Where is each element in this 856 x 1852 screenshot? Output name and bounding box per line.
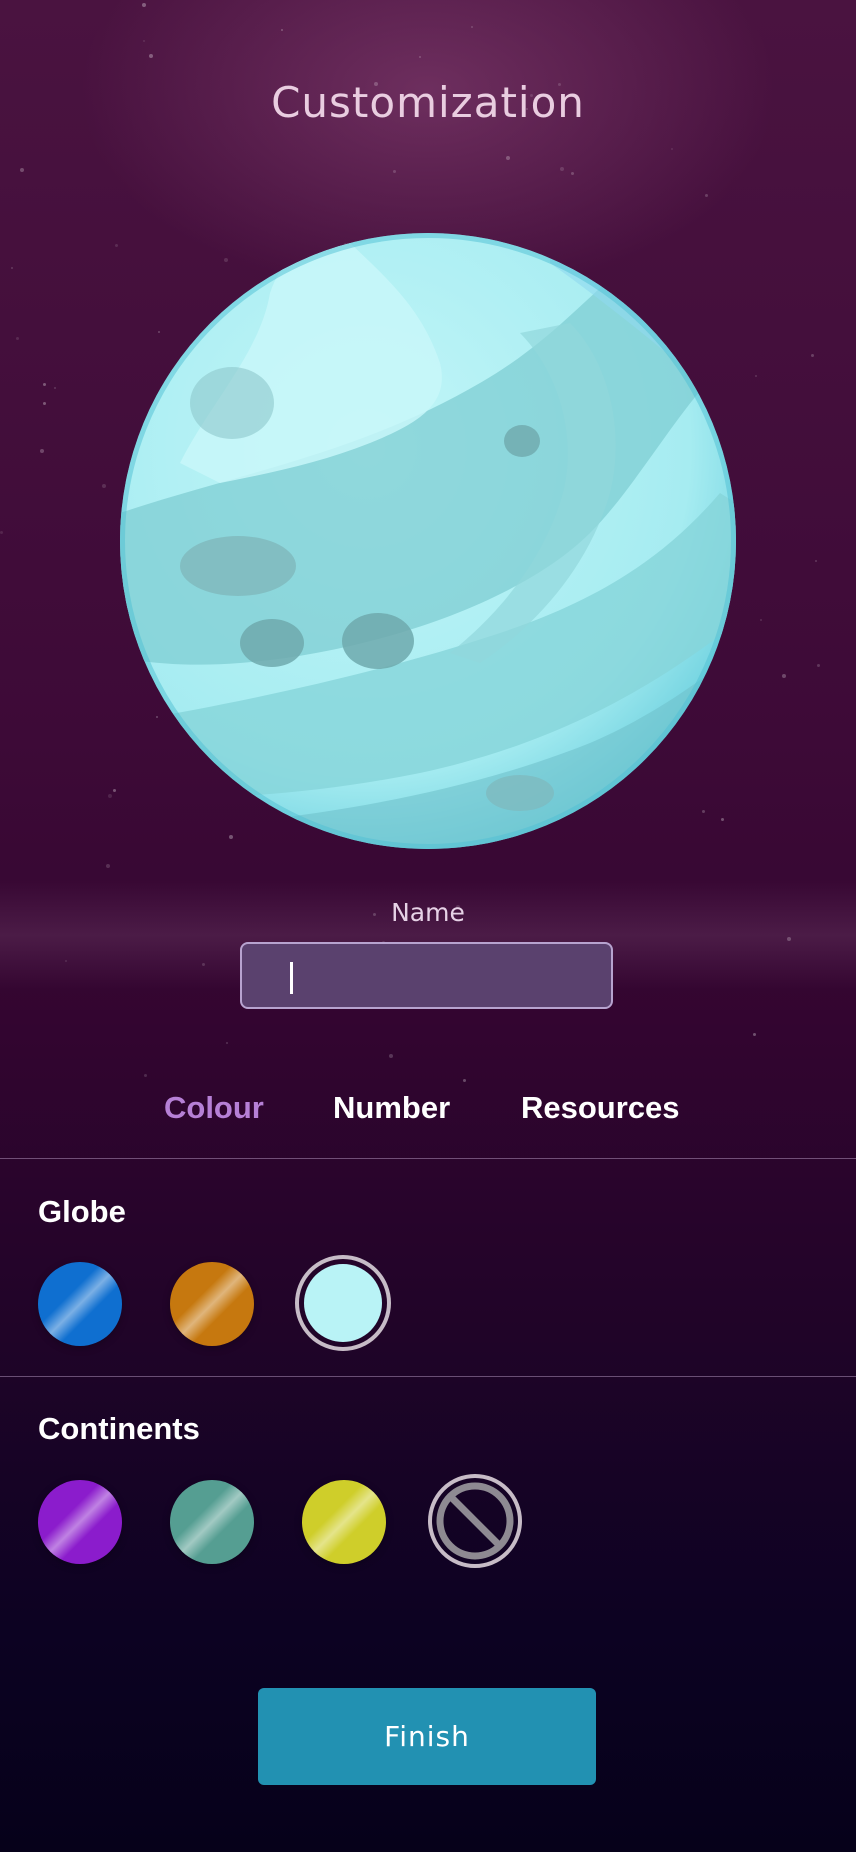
globe-swatch-blue[interactable] (38, 1262, 122, 1346)
tab-resources[interactable]: Resources (521, 1090, 680, 1126)
star (43, 402, 46, 405)
star (65, 960, 67, 962)
selected-swatch-fill (304, 1264, 382, 1342)
star (817, 664, 820, 667)
star (393, 170, 396, 173)
star (142, 3, 146, 7)
tab-bar: Colour Number Resources (0, 1090, 856, 1130)
star (671, 148, 673, 150)
globe-swatch-orange[interactable] (170, 1262, 254, 1346)
continents-swatch-teal[interactable] (170, 1480, 254, 1564)
star (755, 375, 757, 377)
section-divider (0, 1376, 856, 1377)
star (281, 29, 283, 31)
continents-swatch-yellow[interactable] (302, 1480, 386, 1564)
star (106, 864, 110, 868)
star (16, 337, 19, 340)
continents-swatch-purple[interactable] (38, 1480, 122, 1564)
star (753, 1033, 756, 1036)
globe-swatch-light-cyan-selected[interactable] (295, 1255, 391, 1351)
tab-number[interactable]: Number (333, 1090, 450, 1126)
star (560, 167, 564, 171)
star (149, 54, 153, 58)
star (389, 1054, 393, 1058)
star (226, 1042, 228, 1044)
star (202, 963, 205, 966)
star (108, 794, 112, 798)
page-title: Customization (271, 78, 585, 127)
star (787, 937, 791, 941)
star (571, 172, 574, 175)
star (815, 560, 817, 562)
star (102, 484, 106, 488)
star (705, 194, 708, 197)
star (143, 40, 145, 42)
finish-button[interactable]: Finish (258, 1688, 596, 1785)
star (463, 1079, 466, 1082)
star (811, 354, 814, 357)
star (11, 267, 13, 269)
star (40, 449, 44, 453)
star (43, 383, 46, 386)
no-symbol-icon[interactable] (427, 1473, 523, 1569)
name-input[interactable] (240, 942, 613, 1009)
star (113, 789, 116, 792)
tab-colour[interactable]: Colour (164, 1090, 264, 1126)
star (782, 674, 786, 678)
star (419, 56, 421, 58)
star (54, 387, 56, 389)
star (506, 156, 510, 160)
planet-preview (120, 233, 736, 849)
star (144, 1074, 147, 1077)
tabs-divider (0, 1158, 856, 1159)
star (0, 531, 3, 534)
star (471, 26, 473, 28)
continents-heading: Continents (38, 1411, 200, 1446)
star (760, 619, 762, 621)
star (20, 168, 24, 172)
star (115, 244, 118, 247)
text-caret (290, 962, 293, 994)
name-label: Name (391, 898, 465, 927)
globe-heading: Globe (38, 1194, 126, 1229)
